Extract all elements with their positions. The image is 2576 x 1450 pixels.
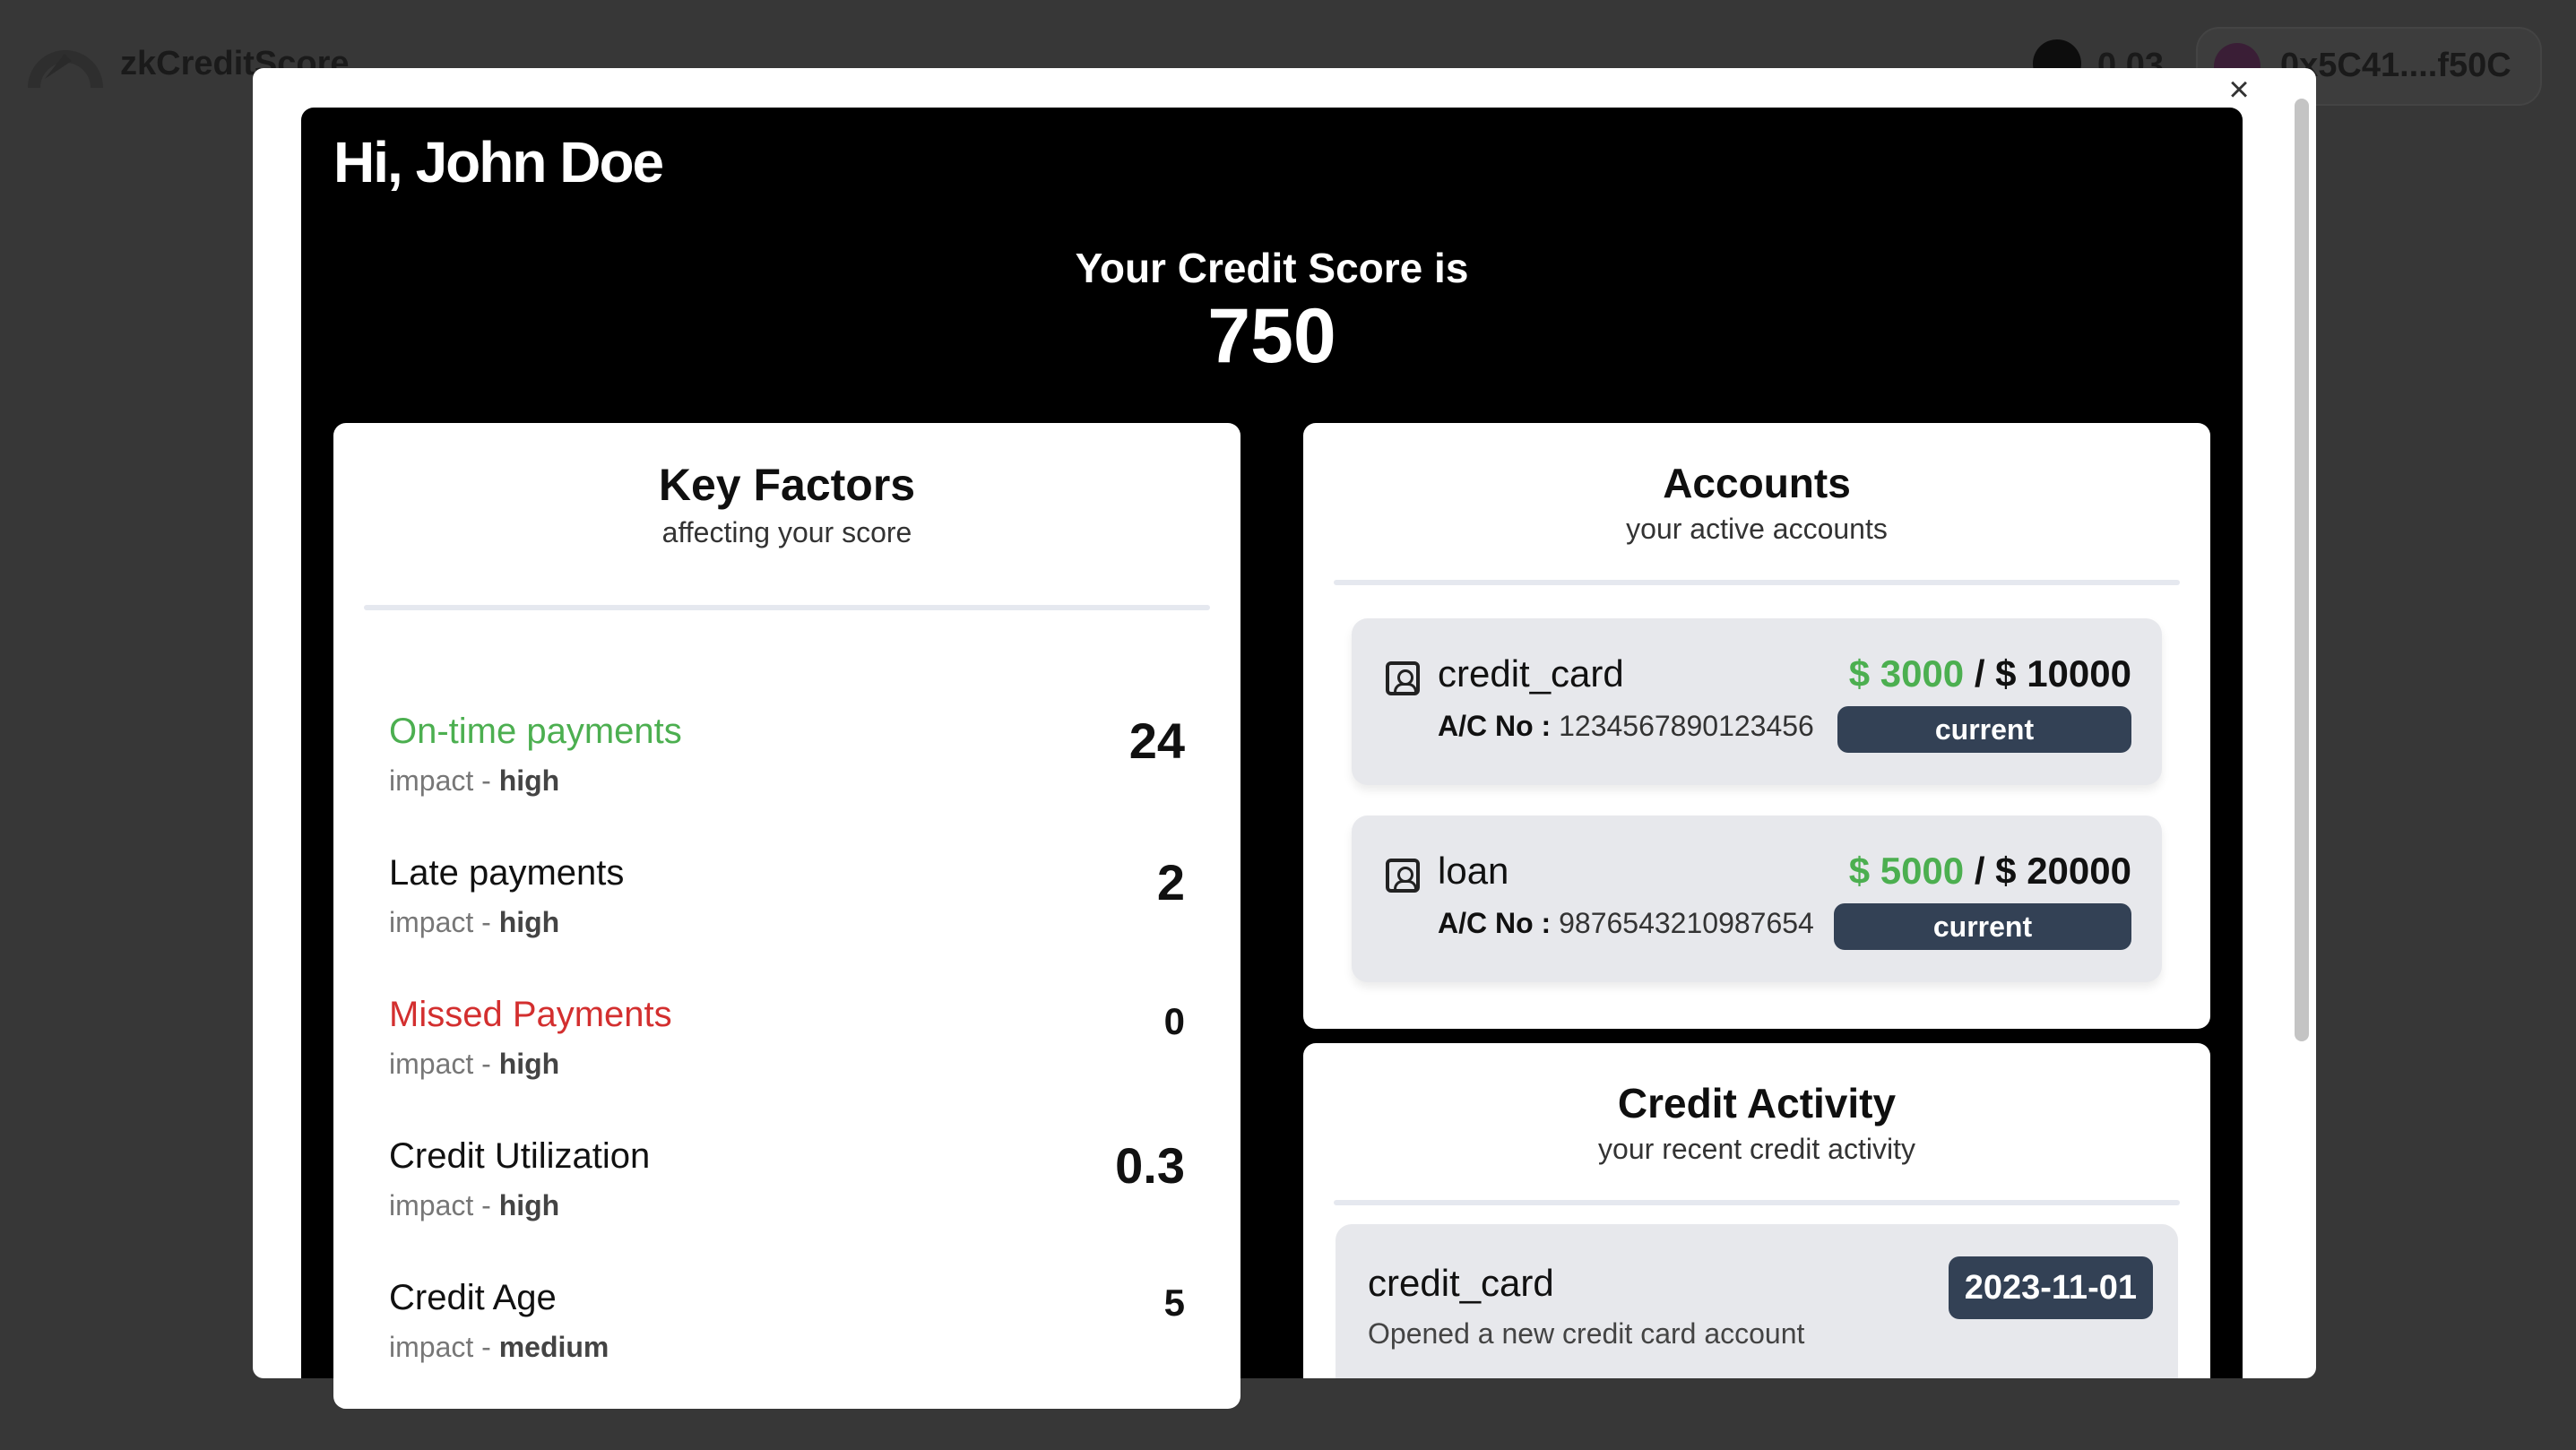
account-item[interactable]: loan A/C No : 9876543210987654 $ 5000 / … [1352,816,2162,982]
account-number: A/C No : 1234567890123456 [1438,710,1814,742]
factor-name: On-time payments [389,712,682,751]
factor-impact: impact - high [389,906,560,938]
account-amount: $ 3000 / $ 10000 [1848,652,2131,695]
account-type: credit_card [1438,652,1624,695]
key-factors-card: Key Factors affecting your score On-time… [333,423,1240,1409]
factor-on-time-payments: On-time payments impact - high 24 [389,712,1185,819]
account-amount: $ 5000 / $ 20000 [1848,850,2131,892]
factor-impact: impact - medium [389,1331,609,1363]
factor-credit-age: Credit Age impact - medium 5 [389,1278,1185,1385]
factor-name: Credit Age [389,1278,557,1317]
factor-value: 0 [1163,1000,1185,1042]
account-number: A/C No : 9876543210987654 [1438,907,1814,939]
account-icon [1386,661,1420,695]
factor-name: Credit Utilization [389,1136,651,1176]
factor-name: Late payments [389,853,625,893]
key-factors-subtitle: affecting your score [661,516,912,548]
divider [1334,580,2180,585]
factor-value: 5 [1163,1282,1185,1324]
factor-missed-payments: Missed Payments impact - high 0 [389,995,1185,1102]
divider [364,605,1210,610]
score-value: 750 [1207,293,1336,379]
account-item[interactable]: credit_card A/C No : 1234567890123456 $ … [1352,618,2162,785]
factor-late-payments: Late payments impact - high 2 [389,853,1185,961]
factor-name: Missed Payments [389,995,672,1034]
factor-value: 0.3 [1115,1137,1185,1194]
accounts-card: Accounts your active accounts credit_car… [1303,423,2210,1029]
factor-impact: impact - high [389,1048,560,1080]
factor-value: 2 [1156,854,1185,911]
key-factors-title: Key Factors [658,460,916,510]
scrollbar[interactable] [2295,99,2309,1041]
score-label: Your Credit Score is [1075,245,1469,291]
accounts-subtitle: your active accounts [1626,513,1888,545]
account-status-badge: current [1837,706,2131,753]
account-status-badge: current [1834,903,2131,950]
factor-impact: impact - high [389,764,560,797]
greeting: Hi, John Doe [333,130,664,194]
factor-impact: impact - high [389,1189,560,1221]
accounts-title: Accounts [1663,460,1851,506]
close-icon[interactable]: × [2221,72,2257,108]
factor-value: 24 [1128,712,1185,769]
factor-credit-utilization: Credit Utilization impact - high 0.3 [389,1136,1185,1244]
account-type: loan [1438,850,1509,892]
account-icon [1386,859,1420,893]
logo-icon [28,50,103,89]
